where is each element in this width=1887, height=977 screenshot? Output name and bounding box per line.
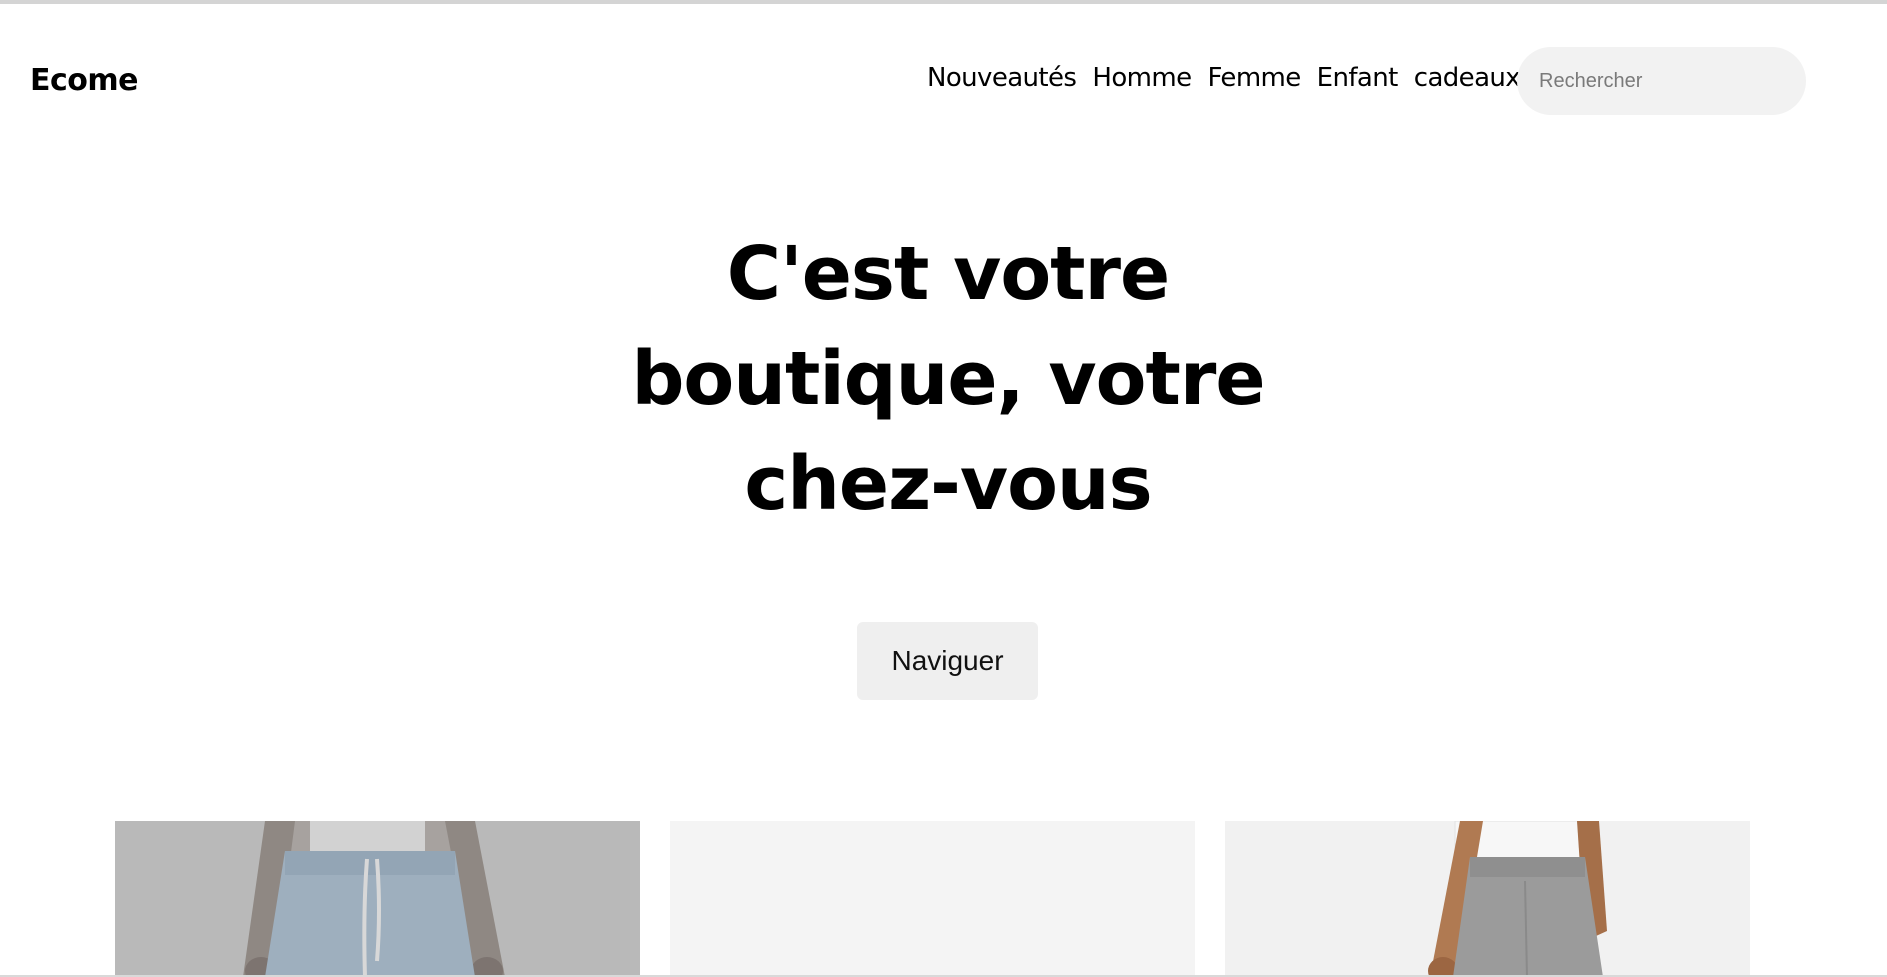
hero-title-line-1: C'est votre [726, 231, 1170, 317]
nav-link-cadeaux[interactable]: cadeaux [1414, 63, 1521, 93]
product-card-2[interactable] [670, 821, 1195, 977]
product-card-3[interactable] [1225, 821, 1750, 977]
product-card-1[interactable] [115, 821, 640, 977]
hero-title-line-2: boutique, votre [631, 336, 1265, 422]
grey-sweat-shorts-photo [1225, 821, 1750, 977]
hero-title: C'est votre boutique, votre chez-vous [543, 222, 1353, 537]
blank-product-photo [670, 821, 1195, 977]
browser-top-border [0, 0, 1887, 4]
light-blue-shorts-photo [115, 821, 640, 977]
nav-link-homme[interactable]: Homme [1092, 63, 1192, 93]
naviguer-button[interactable]: Naviguer [857, 622, 1038, 700]
main-nav: Nouveautés Homme Femme Enfant cadeaux [927, 63, 1521, 93]
site-logo[interactable]: Ecome [30, 63, 139, 98]
nav-link-femme[interactable]: Femme [1207, 63, 1301, 93]
search-input[interactable] [1517, 47, 1806, 115]
nav-link-enfant[interactable]: Enfant [1317, 63, 1399, 93]
nav-link-nouveautes[interactable]: Nouveautés [927, 63, 1077, 93]
hero-title-line-3: chez-vous [744, 441, 1152, 527]
